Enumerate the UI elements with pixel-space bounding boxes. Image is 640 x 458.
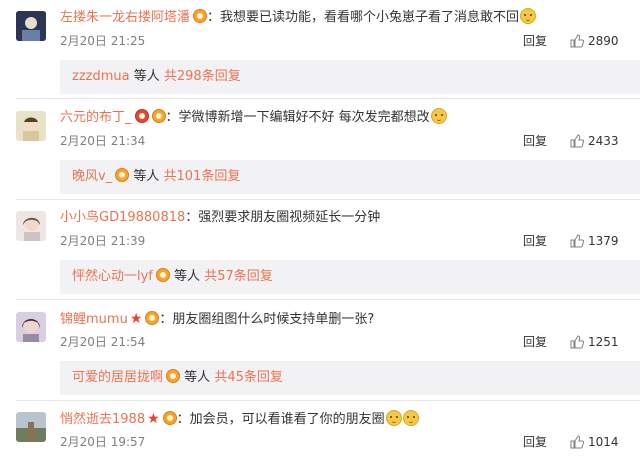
like-count: 1251 <box>588 335 619 349</box>
colon: ： <box>185 210 199 225</box>
thumbs-up-icon <box>570 34 585 48</box>
sub-wait: 等人 <box>184 370 211 385</box>
comment-header: 锦鲤mumu ★ ：朋友圈组图什么时候支持单删一张? <box>60 309 374 329</box>
comment-text: 朋友圈组图什么时候支持单删一张? <box>172 312 375 327</box>
like-button[interactable]: 1014 <box>570 433 619 451</box>
thumbs-up-icon <box>570 335 585 349</box>
timestamp: 2月20日 19:57 <box>60 435 146 449</box>
sub-replies[interactable]: 晚风v_ 等人 共101条回复 <box>60 160 640 194</box>
sub-username[interactable]: zzzdmua <box>72 69 130 84</box>
like-button[interactable]: 2890 <box>570 32 619 50</box>
timestamp: 2月20日 21:39 <box>60 234 146 248</box>
like-count: 2890 <box>588 34 619 48</box>
sub-count[interactable]: 共45条回复 <box>214 370 283 385</box>
sub-replies-text: 晚风v_ 等人 共101条回复 <box>72 160 240 194</box>
colon: ： <box>165 110 179 125</box>
avatar[interactable] <box>16 11 46 41</box>
sub-replies[interactable]: zzzdmua 等人 共298条回复 <box>60 60 640 94</box>
sub-replies[interactable]: 怦然心动一lyf 等人 共57条回复 <box>60 260 640 294</box>
star-icon: ★ <box>147 411 160 427</box>
comment-header: 小小鸟GD19880818：强烈要求朋友圈视频延长一分钟 <box>60 208 380 228</box>
comment-header: 悄然逝去1988 ★ ：加会员，可以看谁看了你的朋友圈 <box>60 409 419 429</box>
avatar[interactable] <box>16 211 46 241</box>
like-button[interactable]: 1379 <box>570 232 619 250</box>
sub-replies-text: zzzdmua 等人 共298条回复 <box>72 60 241 94</box>
star-icon: ★ <box>129 311 143 327</box>
like-button[interactable]: 2433 <box>570 132 619 150</box>
comment-header: 六元的布丁_ ：学微博新增一下编辑好不好 每次发完都想改 <box>60 108 447 128</box>
sub-replies[interactable]: 可爱的居居拢啊 等人 共45条回复 <box>60 361 640 395</box>
like-count: 2433 <box>588 134 619 148</box>
sub-count[interactable]: 共298条回复 <box>164 69 241 84</box>
sub-replies-text: 怦然心动一lyf 等人 共57条回复 <box>72 260 273 294</box>
sub-wait: 等人 <box>133 69 160 84</box>
divider <box>16 400 640 401</box>
member-badge-icon <box>151 109 166 123</box>
vip-badge-icon <box>134 109 149 123</box>
colon: ： <box>207 10 221 25</box>
thumbs-up-icon <box>570 134 585 148</box>
comment-header: 左搂朱一龙右搂阿塔潘 ：我想要已读功能，看看哪个小兔崽子看了消息敢不回 <box>60 8 537 28</box>
avatar[interactable] <box>16 412 46 442</box>
member-badge-icon <box>145 311 160 325</box>
timestamp: 2月20日 21:54 <box>60 335 146 349</box>
sub-wait: 等人 <box>133 169 160 184</box>
username[interactable]: 左搂朱一龙右搂阿塔潘 <box>60 10 190 25</box>
username[interactable]: 六元的布丁_ <box>60 110 132 125</box>
reply-button[interactable]: 回复 <box>523 433 547 451</box>
sub-wait: 等人 <box>174 269 201 284</box>
member-badge-icon <box>166 369 181 383</box>
emoji-face-icon <box>402 410 419 426</box>
thumbs-up-icon <box>570 435 585 449</box>
emoji-face-icon <box>430 108 447 124</box>
timestamp: 2月20日 21:34 <box>60 134 146 148</box>
username[interactable]: 小小鸟GD19880818 <box>60 210 185 225</box>
reply-button[interactable]: 回复 <box>523 232 547 250</box>
colon: ： <box>176 412 190 427</box>
colon: ： <box>159 312 173 327</box>
reply-button[interactable]: 回复 <box>523 132 547 150</box>
comment-text: 我想要已读功能，看看哪个小兔崽子看了消息敢不回 <box>220 10 520 25</box>
member-badge-icon <box>162 411 177 425</box>
comment-text: 学微博新增一下编辑好不好 每次发完都想改 <box>178 110 430 125</box>
emoji-face-icon <box>520 8 537 24</box>
sub-username[interactable]: 可爱的居居拢啊 <box>72 370 163 385</box>
sub-username[interactable]: 晚风v_ <box>72 169 112 184</box>
comment-feed: 左搂朱一龙右搂阿塔潘 ：我想要已读功能，看看哪个小兔崽子看了消息敢不回 2月20日… <box>0 0 640 458</box>
like-count: 1379 <box>588 234 619 248</box>
sub-replies-text: 可爱的居居拢啊 等人 共45条回复 <box>72 361 283 395</box>
reply-button[interactable]: 回复 <box>523 32 547 50</box>
divider <box>16 199 640 200</box>
sub-username[interactable]: 怦然心动一lyf <box>72 269 153 284</box>
avatar[interactable] <box>16 111 46 141</box>
username[interactable]: 锦鲤mumu <box>60 312 128 327</box>
like-button[interactable]: 1251 <box>570 333 619 351</box>
sub-count[interactable]: 共101条回复 <box>164 169 241 184</box>
thumbs-up-icon <box>570 234 585 248</box>
username[interactable]: 悄然逝去1988 <box>60 412 145 427</box>
avatar[interactable] <box>16 312 46 342</box>
member-badge-icon <box>115 168 130 182</box>
reply-button[interactable]: 回复 <box>523 333 547 351</box>
comment-text: 强烈要求朋友圈视频延长一分钟 <box>198 210 381 225</box>
sub-count[interactable]: 共57条回复 <box>204 269 273 284</box>
timestamp: 2月20日 21:25 <box>60 34 146 48</box>
divider <box>16 98 640 99</box>
member-badge-icon <box>193 9 208 23</box>
member-badge-icon <box>155 268 170 282</box>
comment-text: 加会员，可以看谁看了你的朋友圈 <box>189 412 385 427</box>
like-count: 1014 <box>588 435 619 449</box>
divider <box>16 299 640 300</box>
emoji-face-icon <box>385 410 402 426</box>
